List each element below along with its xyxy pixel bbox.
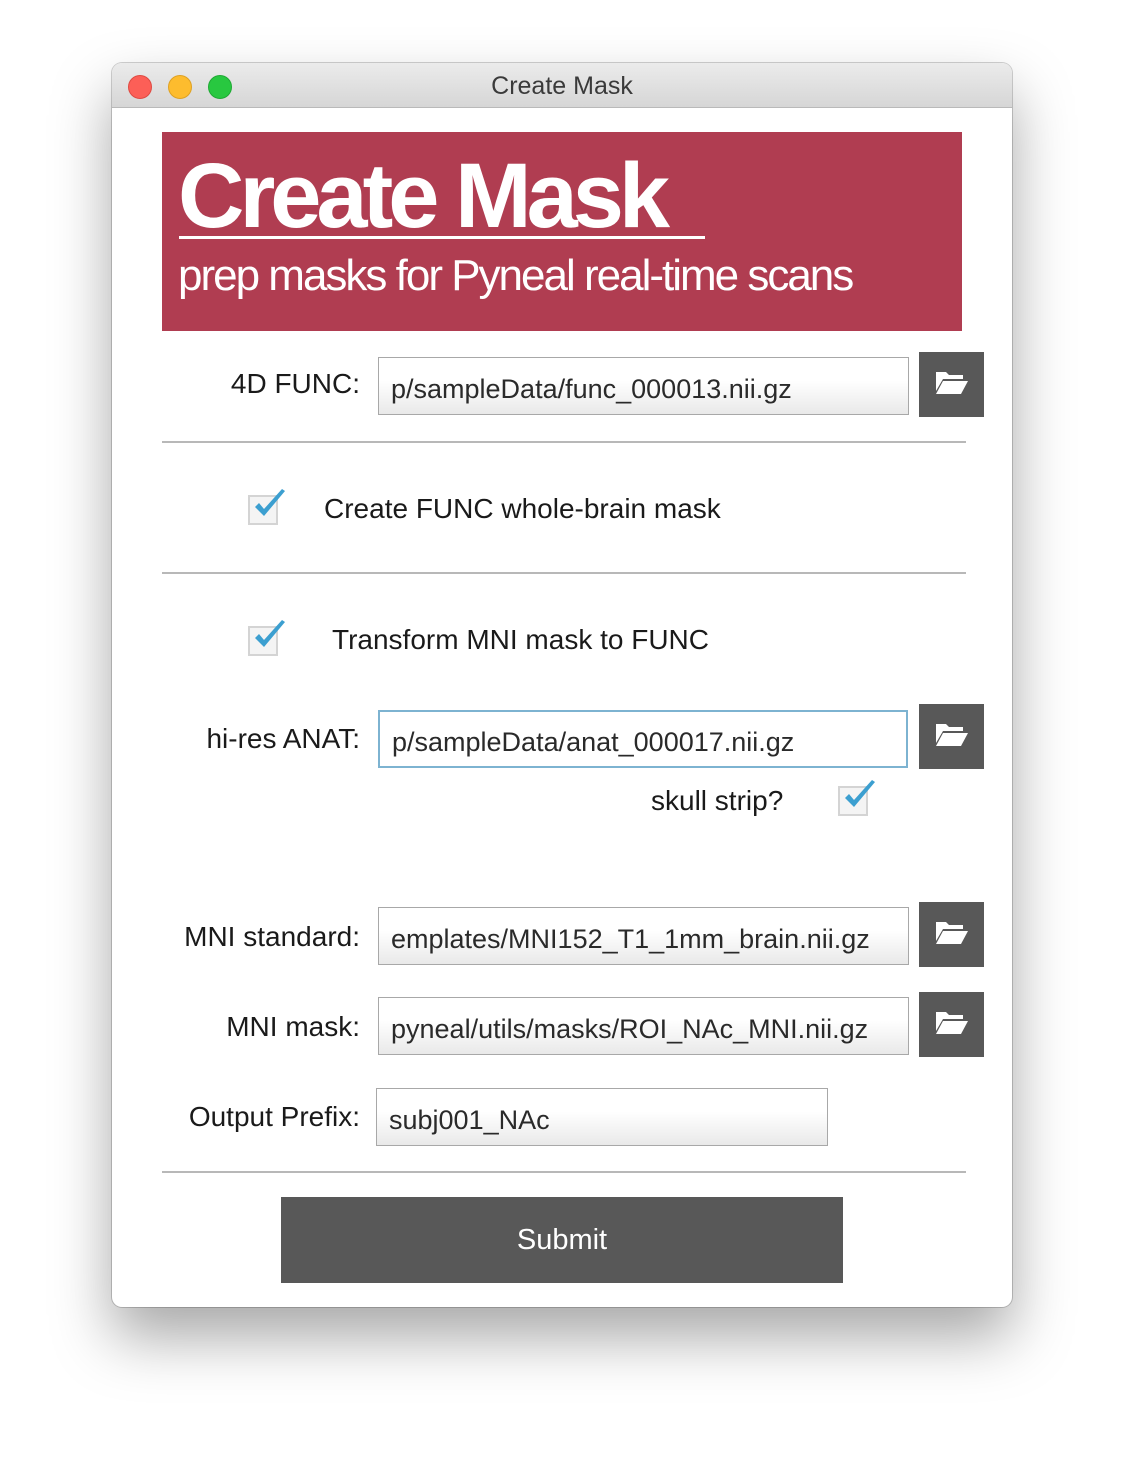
- anat-path-input[interactable]: p/sampleData/anat_000017.nii.gz: [378, 710, 908, 768]
- anat-label: hi-res ANAT:: [206, 723, 360, 754]
- mni-standard-label: MNI standard:: [184, 921, 360, 952]
- folder-open-icon: [935, 919, 969, 950]
- banner-title: Create Mask: [178, 145, 670, 247]
- create-func-mask-checkbox[interactable]: [248, 489, 285, 525]
- section-divider: [162, 441, 966, 443]
- folder-open-icon: [935, 369, 969, 400]
- transform-mni-label: Transform MNI mask to FUNC: [332, 624, 709, 655]
- submit-button[interactable]: Submit: [281, 1197, 843, 1283]
- window-title: Create Mask: [491, 72, 633, 100]
- skull-strip-checkbox[interactable]: [838, 780, 875, 816]
- create-func-mask-label: Create FUNC whole-brain mask: [324, 493, 721, 524]
- section-divider: [162, 572, 966, 574]
- func-path-input[interactable]: p/sampleData/func_000013.nii.gz: [378, 357, 909, 415]
- transform-mni-checkbox[interactable]: [248, 620, 285, 656]
- func-label: 4D FUNC:: [230, 368, 360, 399]
- folder-open-icon: [935, 721, 969, 752]
- mni-standard-browse-button[interactable]: [919, 902, 984, 967]
- header-banner: Create Mask prep masks for Pyneal real-t…: [162, 132, 962, 331]
- folder-open-icon: [935, 1009, 969, 1040]
- banner-title-underline: [179, 236, 705, 239]
- mni-mask-browse-button[interactable]: [919, 992, 984, 1057]
- checkmark-icon: [255, 620, 285, 647]
- title-bar: Create Mask: [112, 63, 1012, 108]
- func-browse-button[interactable]: [919, 352, 984, 417]
- anat-browse-button[interactable]: [919, 704, 984, 769]
- output-prefix-input[interactable]: subj001_NAc: [376, 1088, 828, 1146]
- mni-mask-path-input[interactable]: pyneal/utils/masks/ROI_NAc_MNI.nii.gz: [378, 997, 909, 1055]
- output-prefix-label: Output Prefix:: [188, 1101, 360, 1132]
- mni-mask-label: MNI mask:: [226, 1011, 360, 1042]
- mni-standard-path-input[interactable]: emplates/MNI152_T1_1mm_brain.nii.gz: [378, 907, 909, 965]
- checkmark-icon: [255, 489, 285, 516]
- banner-subtitle: prep masks for Pyneal real-time scans: [178, 251, 854, 300]
- checkmark-icon: [845, 780, 875, 807]
- section-divider: [162, 1171, 966, 1173]
- create-mask-window: Create Mask Create Mask prep masks for P…: [112, 63, 1012, 1307]
- skull-strip-label: skull strip?: [651, 785, 784, 816]
